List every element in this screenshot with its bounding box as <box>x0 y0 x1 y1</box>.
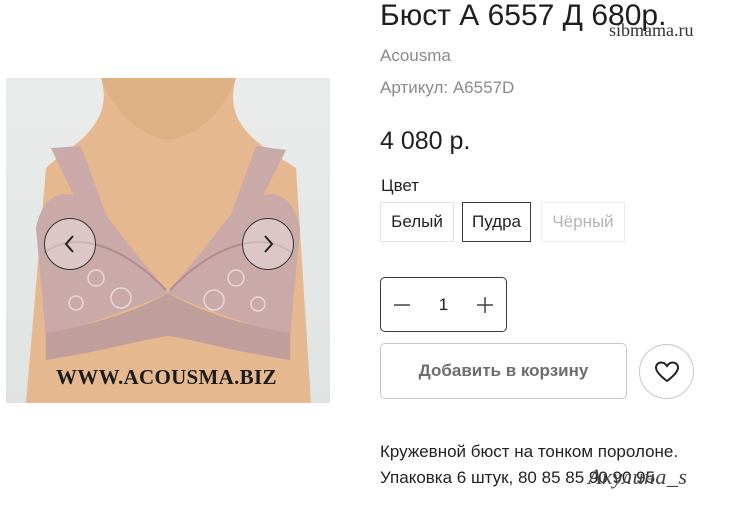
product-sku: Артикул: А6557D <box>380 78 515 97</box>
add-to-cart-button[interactable]: Добавить в корзину <box>380 343 627 399</box>
image-watermark: WWW.ACOUSMA.BIZ <box>56 365 277 389</box>
quantity-stepper: 1 <box>380 277 507 332</box>
color-label: Цвет <box>381 176 420 195</box>
product-gallery: WWW.ACOUSMA.BIZ <box>6 78 330 403</box>
color-option-powder[interactable]: Пудра <box>462 202 531 242</box>
favorite-button[interactable] <box>639 344 694 399</box>
product-brand[interactable]: Acousma <box>380 46 451 66</box>
minus-icon[interactable] <box>393 296 411 314</box>
gallery-next-button[interactable] <box>242 218 294 270</box>
chevron-right-icon <box>264 235 274 253</box>
color-option-white[interactable]: Белый <box>380 202 454 242</box>
product-description-line-1: Кружевной бюст на тонком поролоне. <box>380 442 679 461</box>
chevron-left-icon <box>64 235 74 253</box>
gallery-prev-button[interactable] <box>44 218 96 270</box>
user-signature: Акулина_s <box>588 464 688 489</box>
site-watermark: sibmama.ru <box>609 20 694 40</box>
plus-icon[interactable] <box>476 296 494 314</box>
product-price: 4 080 р. <box>380 127 471 155</box>
heart-icon <box>654 360 679 382</box>
color-option-black[interactable]: Чёрный <box>541 202 625 242</box>
quantity-value[interactable]: 1 <box>439 295 448 315</box>
